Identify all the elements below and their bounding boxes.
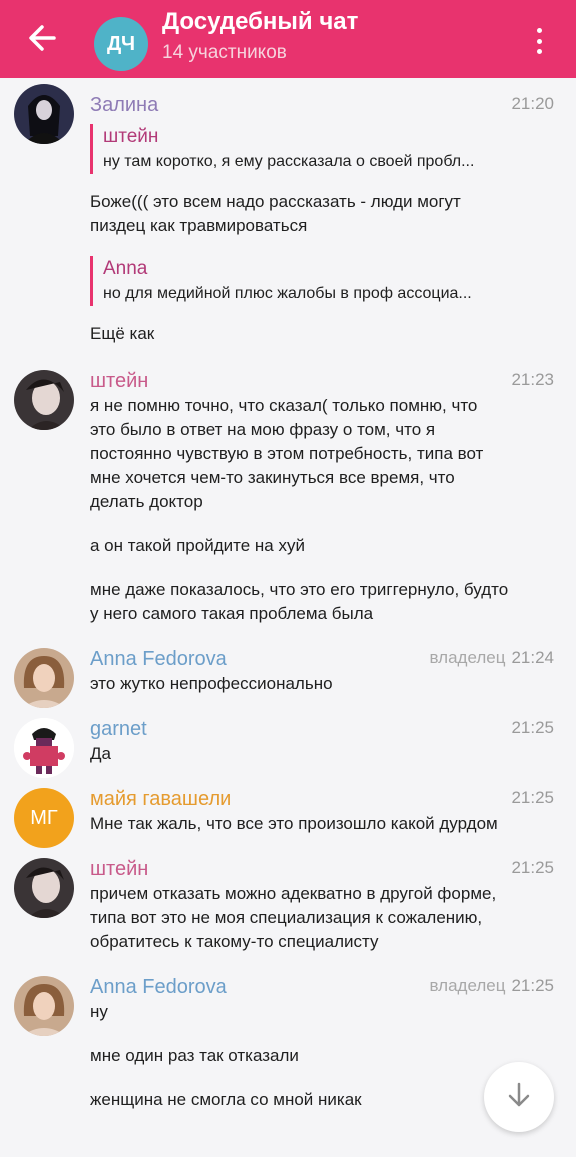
message-shtein: штейн 21:23 я не помню точно, что сказал… <box>0 364 576 626</box>
message-text: мне хочется чем-то закинуться все время,… <box>90 468 455 487</box>
message-text: это жутко непрофессионально <box>90 674 333 693</box>
message-text: делать доктор <box>90 492 203 511</box>
avatar-anna[interactable] <box>14 976 74 1036</box>
chat-header: ДЧ Досудебный чат 14 участников <box>0 0 576 78</box>
chat-avatar[interactable]: ДЧ <box>94 17 148 71</box>
message-feed[interactable]: Залина 21:20 штейн ну там коротко, я ему… <box>0 78 576 1157</box>
message-text: у него самого такая проблема была <box>90 604 374 623</box>
sender-name[interactable]: Залина <box>90 94 158 117</box>
owner-badge: владелец <box>429 648 506 667</box>
message-text: мне даже показалось, что это его триггер… <box>90 580 509 599</box>
quote-text: ну там коротко, я ему рассказала о своей… <box>103 153 475 170</box>
quote-text: но для медийной плюс жалобы в проф ассоц… <box>103 285 472 302</box>
message-shtein-2: штейн 21:25 причем отказать можно адеква… <box>0 852 576 954</box>
message-time: владелец 21:24 <box>430 648 554 668</box>
reply-quote[interactable]: Anna но для медийной плюс жалобы в проф … <box>90 256 554 306</box>
sender-name[interactable]: майя гавашели <box>90 788 231 811</box>
message-zalina: Залина 21:20 штейн ну там коротко, я ему… <box>0 78 576 346</box>
back-arrow-icon[interactable] <box>24 20 64 56</box>
message-text: пиздец как травмироваться <box>90 216 308 235</box>
message-time: владелец 21:25 <box>430 976 554 996</box>
message-anna: Anna Fedorova владелец 21:24 это жутко не… <box>0 642 576 708</box>
reply-quote[interactable]: штейн ну там коротко, я ему рассказала о… <box>90 124 554 174</box>
message-maya: МГ майя гавашели 21:25 Мне так жаль, что… <box>0 782 576 848</box>
avatar-shtein[interactable] <box>14 370 74 430</box>
avatar-maya[interactable]: МГ <box>14 788 74 848</box>
message-time: 21:20 <box>511 94 554 113</box>
message-text: это было в ответ на мою фразу о том, что… <box>90 420 436 439</box>
message-text: постоянно чувствую в этом потребность, т… <box>90 444 484 463</box>
message-text: типа вот это не моя специализация к сожа… <box>90 908 483 927</box>
message-time-value: 21:25 <box>511 976 554 995</box>
message-text: ну <box>90 1002 108 1021</box>
message-text: Боже((( это всем надо рассказать - люди … <box>90 192 461 211</box>
message-text: мне один раз так отказали <box>90 1046 299 1065</box>
message-text: Да <box>90 744 111 763</box>
message-garnet: garnet 21:25 Да <box>0 712 576 778</box>
sender-name[interactable]: garnet <box>90 718 147 741</box>
message-time: 21:23 <box>511 370 554 389</box>
sender-name[interactable]: штейн <box>90 370 148 393</box>
message-text: Мне так жаль, что все это произошло како… <box>90 814 498 833</box>
sender-name[interactable]: штейн <box>90 858 148 881</box>
message-time: 21:25 <box>511 788 554 807</box>
scroll-down-button[interactable] <box>484 1062 554 1132</box>
message-time: 21:25 <box>511 858 554 877</box>
message-text: Ещё как <box>90 324 155 343</box>
message-text: обратитесь к такому-то специалисту <box>90 932 379 951</box>
more-vertical-icon[interactable] <box>529 26 549 56</box>
message-text: я не помню точно, что сказал( только пом… <box>90 396 478 415</box>
chat-title[interactable]: Досудебный чат <box>162 8 358 36</box>
avatar-garnet[interactable] <box>14 718 74 778</box>
avatar-anna[interactable] <box>14 648 74 708</box>
quote-sender: Anna <box>103 258 148 279</box>
message-text: а он такой пройдите на хуй <box>90 536 305 555</box>
arrow-down-icon <box>504 1080 534 1115</box>
message-time: 21:25 <box>511 718 554 737</box>
participants-count[interactable]: 14 участников <box>162 42 287 64</box>
message-time-value: 21:24 <box>511 648 554 667</box>
sender-name[interactable]: Anna Fedorova <box>90 648 227 671</box>
owner-badge: владелец <box>429 976 506 995</box>
avatar-zalina[interactable] <box>14 84 74 144</box>
quote-sender: штейн <box>103 126 159 147</box>
sender-name[interactable]: Anna Fedorova <box>90 976 227 999</box>
message-text: причем отказать можно адекватно в другой… <box>90 884 497 903</box>
avatar-shtein[interactable] <box>14 858 74 918</box>
